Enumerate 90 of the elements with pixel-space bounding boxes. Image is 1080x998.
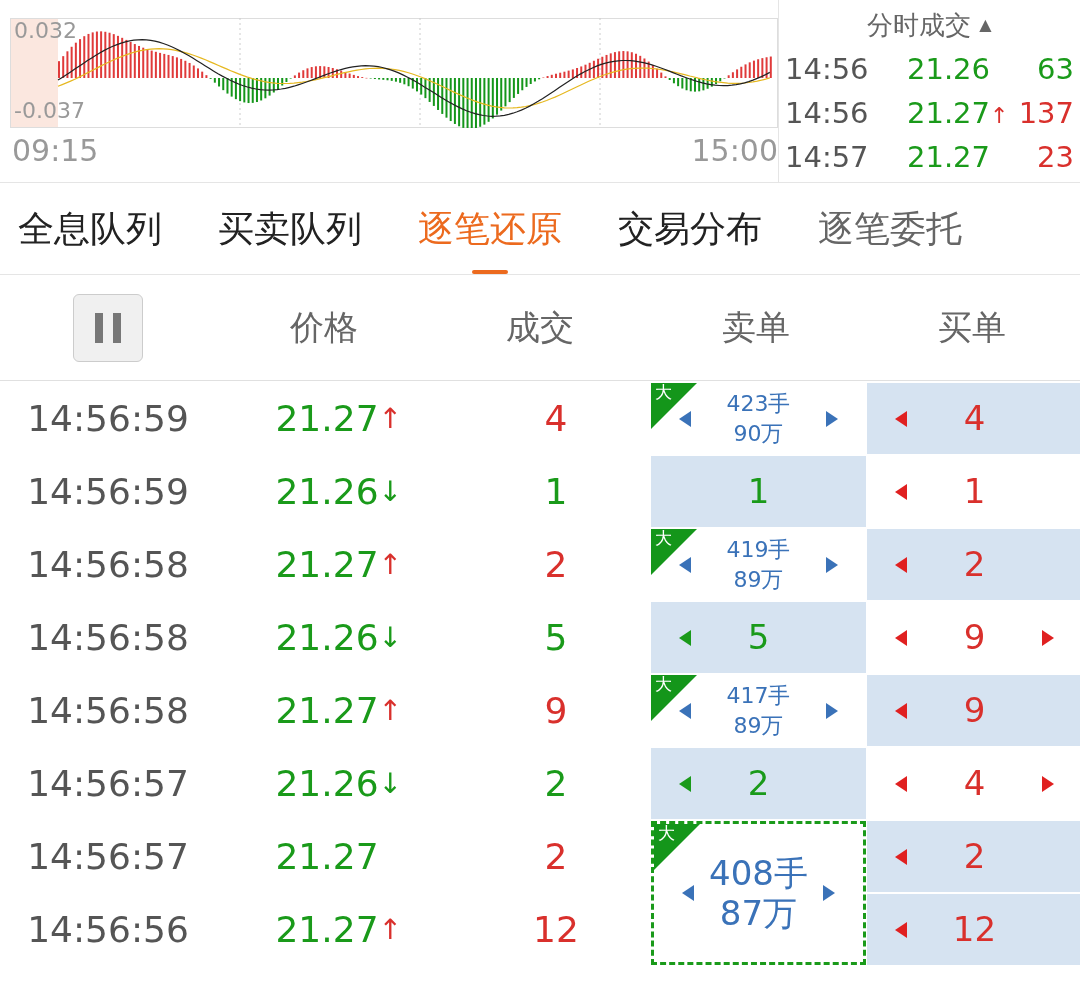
right-triangle-icon	[826, 410, 838, 427]
left-triangle-icon	[679, 776, 691, 792]
left-triangle-icon	[895, 849, 907, 865]
lots-text: 419手	[726, 535, 791, 564]
volume-cell-text: 2	[543, 542, 569, 587]
price-cell-text: 21.27↑	[274, 688, 403, 733]
column-header: 成交	[505, 306, 575, 349]
trade-time: 14:57	[785, 139, 870, 177]
time-cell-text: 14:56:59	[26, 469, 190, 514]
left-triangle-icon	[895, 776, 907, 792]
big-order-tag: 大	[651, 529, 697, 575]
trade-time: 14:56	[785, 51, 870, 89]
pause-button[interactable]	[73, 293, 143, 362]
left-triangle-icon	[895, 557, 907, 573]
left-triangle-icon	[679, 410, 691, 427]
column-header: 卖单	[721, 306, 791, 349]
lots-text: 423手	[726, 389, 791, 418]
price-cell-text: 21.27↑	[274, 907, 403, 952]
axis-label: 0.032	[14, 20, 77, 42]
volume-cell-text: 12	[532, 907, 580, 952]
right-triangle-icon	[823, 885, 835, 901]
volume-cell-text: 4	[543, 396, 569, 441]
time-cell-text: 14:56:57	[26, 834, 190, 879]
amount-text: 89万	[733, 565, 784, 594]
buy-order-cell[interactable]: 2	[867, 529, 1080, 600]
volume-cell-text: 5	[543, 615, 569, 660]
sell-order-cell[interactable]: 1	[651, 456, 866, 527]
big-order-tag: 大	[654, 824, 700, 870]
sell-order-cell[interactable]: 2	[651, 748, 866, 819]
price-cell-text: 21.27↑	[274, 542, 403, 587]
price-cell-text: 21.26↓	[274, 469, 403, 514]
price-cell-text: 21.26↓	[274, 615, 403, 660]
price-cell-text: 21.27↑	[274, 396, 403, 441]
axis-label: 15:00	[691, 136, 778, 166]
amount-text: 87万	[719, 893, 798, 933]
price-cell-text: 21.26↓	[274, 761, 403, 806]
big-order-tag: 大	[651, 383, 697, 429]
time-cell-text: 14:56:59	[26, 396, 190, 441]
volume-cell-text: 2	[543, 834, 569, 879]
trade-volume: 63	[1036, 51, 1074, 89]
right-triangle-icon	[826, 556, 838, 573]
sell-order-cell[interactable]: 5	[651, 602, 866, 673]
lots-text: 417手	[726, 681, 791, 710]
buy-order-cell[interactable]: 4	[867, 383, 1080, 454]
amount-text: 90万	[733, 419, 784, 448]
panel-title[interactable]: 分时成交	[867, 5, 972, 45]
volume-cell-text: 2	[543, 761, 569, 806]
sell-order-cell[interactable]: 大 408手 87万	[651, 821, 866, 965]
lots-text: 408手	[709, 853, 808, 893]
time-cell-text: 14:56:58	[26, 615, 190, 660]
time-cell-text: 14:56:57	[26, 761, 190, 806]
axis-label: -0.037	[14, 100, 85, 122]
column-header: 买单	[937, 306, 1007, 349]
volume-cell-text: 9	[543, 688, 569, 733]
tab[interactable]: 全息队列	[18, 183, 162, 274]
trade-price: 21.27↑	[906, 95, 1010, 133]
trade-price: 21.27	[906, 139, 992, 177]
buy-order-cell[interactable]: 12	[867, 894, 1080, 965]
right-triangle-icon	[1042, 776, 1054, 792]
volume-cell-text: 1	[543, 469, 569, 514]
left-triangle-icon	[679, 702, 691, 719]
tab[interactable]: 交易分布	[618, 183, 762, 274]
left-triangle-icon	[895, 411, 907, 427]
time-cell-text: 14:56:58	[26, 688, 190, 733]
big-order-tag: 大	[651, 675, 697, 721]
left-triangle-icon	[895, 630, 907, 646]
right-triangle-icon	[1042, 630, 1054, 646]
axis-label: 09:15	[12, 136, 99, 166]
sort-mark[interactable]: ▲	[979, 13, 992, 37]
time-cell-text: 14:56:56	[26, 907, 190, 952]
trade-price: 21.26	[906, 51, 992, 89]
right-triangle-icon	[826, 702, 838, 719]
left-triangle-icon	[895, 484, 907, 500]
tab[interactable]: 逐笔还原	[418, 183, 562, 274]
tab[interactable]: 买卖队列	[218, 183, 362, 274]
column-header: 价格	[289, 306, 359, 349]
time-cell-text: 14:56:58	[26, 542, 190, 587]
amount-text: 89万	[733, 711, 784, 740]
left-triangle-icon	[682, 885, 694, 901]
trade-time: 14:56	[785, 95, 870, 133]
left-triangle-icon	[895, 703, 907, 719]
buy-order-cell[interactable]: 9	[867, 675, 1080, 746]
trade-volume: 23	[1036, 139, 1074, 177]
price-cell-text: 21.27	[274, 834, 380, 879]
tab[interactable]: 逐笔委托	[818, 183, 962, 274]
left-triangle-icon	[895, 922, 907, 938]
left-triangle-icon	[679, 630, 691, 646]
trade-volume: 137	[1017, 95, 1074, 133]
buy-order-cell[interactable]: 2	[867, 821, 1080, 892]
left-triangle-icon	[679, 556, 691, 573]
